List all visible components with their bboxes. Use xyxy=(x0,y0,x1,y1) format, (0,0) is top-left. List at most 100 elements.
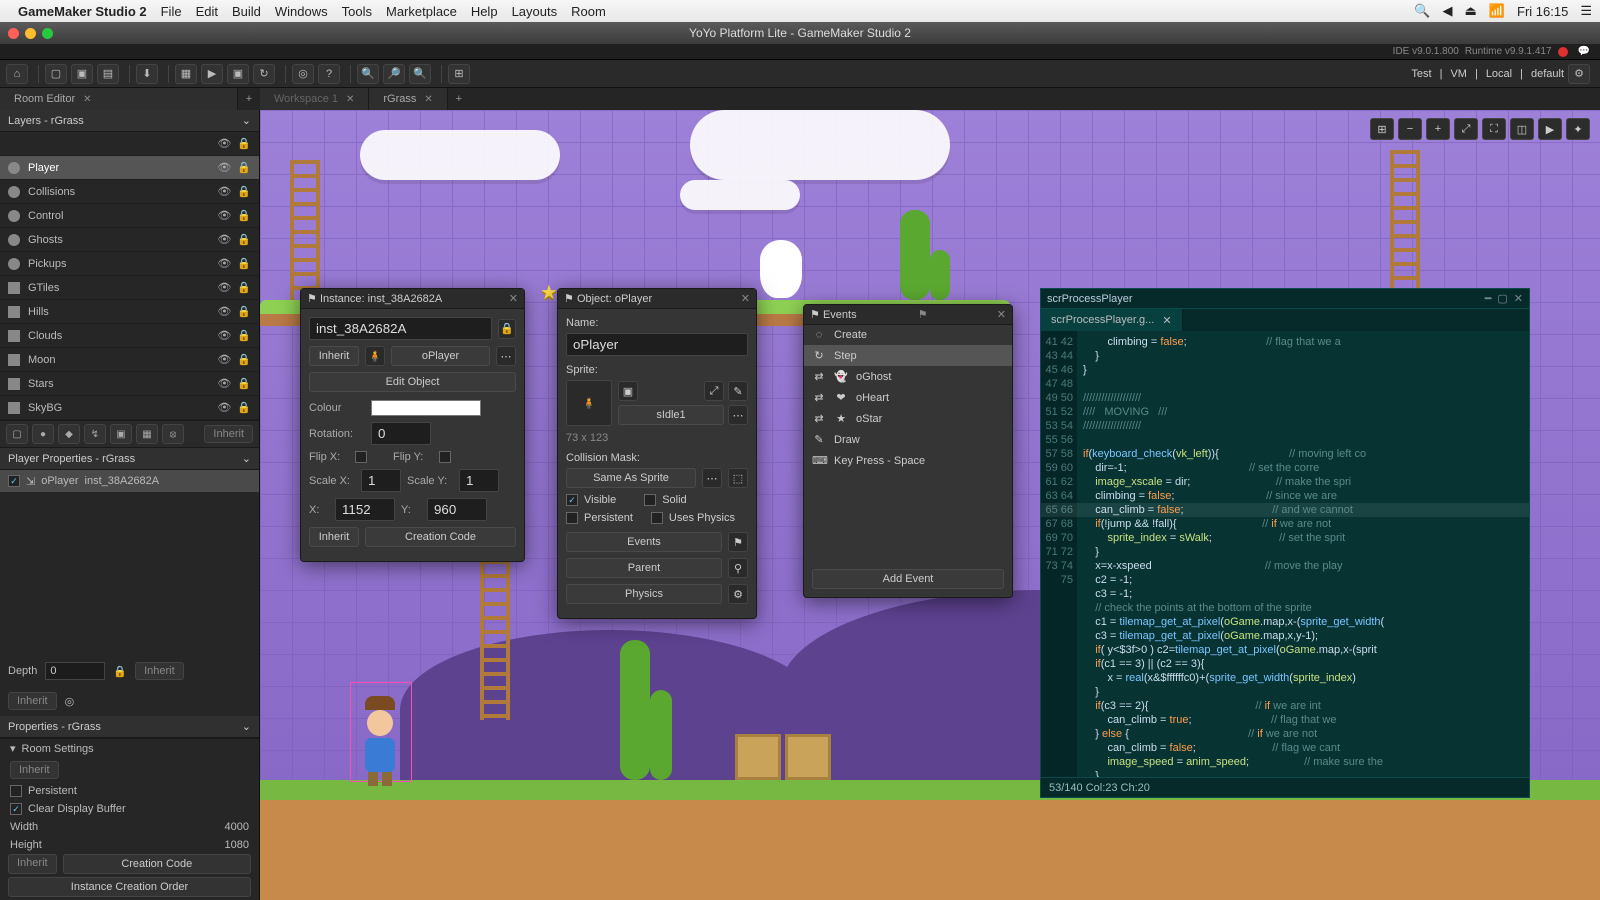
more-icon[interactable]: ⋯ xyxy=(728,405,748,425)
layer-row[interactable]: Clouds👁🔒 xyxy=(0,324,259,348)
inherit-button[interactable]: Inherit xyxy=(204,425,253,443)
layer-row[interactable]: Pickups👁🔒 xyxy=(0,252,259,276)
add-bg-layer-icon[interactable]: ▣ xyxy=(110,424,132,444)
add-tab-icon[interactable]: + xyxy=(448,88,470,110)
event-row[interactable]: ⌨Key Press - Space xyxy=(804,450,1012,471)
object-panel[interactable]: ⚑ Object: oPlayer✕ Name: Sprite: 🧍 ▣⤢✎ s… xyxy=(557,288,757,619)
height-value[interactable]: 1080 xyxy=(225,839,249,851)
layer-row[interactable]: Player👁🔒 xyxy=(0,156,259,180)
expand-sprite-icon[interactable]: ⤢ xyxy=(704,381,724,401)
close-panel-icon[interactable]: ✕ xyxy=(741,292,750,305)
width-value[interactable]: 4000 xyxy=(225,821,249,833)
code-tab[interactable]: scrProcessPlayer.g...✕ xyxy=(1041,309,1183,331)
close-tab-icon[interactable]: ✕ xyxy=(424,94,432,105)
lock-icon[interactable]: 🔒 xyxy=(237,185,251,198)
event-row[interactable]: ⇄❤oHeart xyxy=(804,387,1012,408)
power-icon[interactable]: ⏏ xyxy=(1465,3,1477,19)
instance-row[interactable]: ⇲ oPlayer inst_38A2682A xyxy=(0,470,259,492)
code-area[interactable]: 41 42 43 44 45 46 47 48 49 50 51 52 53 5… xyxy=(1041,331,1529,777)
layer-row[interactable]: Hills👁🔒 xyxy=(0,300,259,324)
layer-row[interactable]: Moon👁🔒 xyxy=(0,348,259,372)
minimize-icon[interactable]: ━ xyxy=(1485,292,1492,305)
zoom-in-icon[interactable]: + xyxy=(1426,118,1450,140)
close-tab-icon[interactable]: ✕ xyxy=(346,94,354,105)
clean-icon[interactable]: ↻ xyxy=(253,64,275,84)
chevron-down-icon[interactable]: ⌄ xyxy=(242,114,251,127)
lock-icon[interactable]: 🔒 xyxy=(237,233,251,246)
edit-mask-icon[interactable]: ⬚ xyxy=(728,468,748,488)
close-icon[interactable]: ✕ xyxy=(1514,292,1523,305)
add-event-button[interactable]: Add Event xyxy=(812,569,1004,589)
sprite-preview[interactable]: 🧍 xyxy=(566,380,612,426)
eye-icon[interactable]: 👁 xyxy=(217,329,231,342)
layer-row[interactable]: Control👁🔒 xyxy=(0,204,259,228)
notification-icon[interactable] xyxy=(1558,47,1568,57)
grid-icon[interactable]: ⊞ xyxy=(1370,118,1394,140)
collision-dropdown[interactable]: Same As Sprite xyxy=(566,468,696,488)
chevron-down-icon[interactable]: ⌄ xyxy=(242,720,251,733)
scaley-input[interactable] xyxy=(459,469,499,492)
player-props-header[interactable]: Player Properties - rGrass ⌄ xyxy=(0,448,259,470)
chevron-down-icon[interactable]: ⌄ xyxy=(242,452,251,465)
menu-build[interactable]: Build xyxy=(232,4,261,19)
add-instance-layer-icon[interactable]: ▢ xyxy=(6,424,28,444)
parent-button[interactable]: Parent xyxy=(566,558,722,578)
colour-swatch[interactable] xyxy=(371,400,481,416)
layers-header[interactable]: Layers - rGrass ⌄ xyxy=(0,110,259,132)
app-name[interactable]: GameMaker Studio 2 xyxy=(18,4,147,19)
select-icon[interactable]: ◫ xyxy=(1510,118,1534,140)
notif-settings-icon[interactable]: 💬 xyxy=(1578,46,1590,57)
new-project-icon[interactable]: ▢ xyxy=(45,64,67,84)
zoom-out-icon[interactable]: − xyxy=(1398,118,1422,140)
menu-layouts[interactable]: Layouts xyxy=(512,4,558,19)
layer-row[interactable]: Stars👁🔒 xyxy=(0,372,259,396)
object-name-input[interactable] xyxy=(566,333,748,356)
menu-help[interactable]: Help xyxy=(471,4,498,19)
menu-file[interactable]: File xyxy=(161,4,182,19)
zoom-out-icon[interactable]: 🔍 xyxy=(357,64,379,84)
clear-buffer-checkbox[interactable] xyxy=(10,803,22,815)
lock-icon[interactable]: 🔒 xyxy=(237,257,251,270)
expand-icon[interactable]: ▾ xyxy=(10,742,16,755)
inherit-button[interactable]: Inherit xyxy=(8,692,57,710)
new-sprite-icon[interactable]: ▣ xyxy=(618,381,638,401)
instance-panel[interactable]: ⚑ Instance: inst_38A2682A✕ 🔒 Inherit 🧍 o… xyxy=(300,288,525,562)
zoom-fit-icon[interactable]: ⤢ xyxy=(1454,118,1478,140)
object-dropdown[interactable]: oPlayer xyxy=(391,346,490,366)
eye-icon[interactable]: 👁 xyxy=(217,401,231,414)
event-row[interactable]: ⇄👻oGhost xyxy=(804,366,1012,387)
lock-icon[interactable]: 🔒 xyxy=(237,401,251,414)
lock-icon[interactable]: 🔒 xyxy=(237,377,251,390)
target-name[interactable]: Test xyxy=(1407,68,1435,80)
spotlight-icon[interactable]: 🔍 xyxy=(1414,3,1430,19)
fullscreen-icon[interactable]: ⛶ xyxy=(1482,118,1506,140)
zoom-reset-icon[interactable]: 🔎 xyxy=(383,64,405,84)
worker-name[interactable]: Local xyxy=(1482,68,1516,80)
inherit-button[interactable]: Inherit xyxy=(8,854,57,874)
instance-checkbox[interactable] xyxy=(8,475,20,487)
target-icon[interactable]: ◎ xyxy=(65,695,75,708)
menu-room[interactable]: Room xyxy=(571,4,606,19)
flipx-checkbox[interactable] xyxy=(355,451,367,463)
lock-icon[interactable]: 🔒 xyxy=(237,161,251,174)
more-icon[interactable]: ⋯ xyxy=(702,468,722,488)
code-window[interactable]: scrProcessPlayer ━▢✕ scrProcessPlayer.g.… xyxy=(1040,288,1530,798)
vm-name[interactable]: VM xyxy=(1446,68,1471,80)
eye-icon[interactable]: 👁 xyxy=(217,305,231,318)
eye-icon[interactable]: 👁 xyxy=(217,185,231,198)
menu-windows[interactable]: Windows xyxy=(275,4,328,19)
edit-sprite-icon[interactable]: ✎ xyxy=(728,381,748,401)
physics-button[interactable]: Physics xyxy=(566,584,722,604)
menu-marketplace[interactable]: Marketplace xyxy=(386,4,457,19)
add-tile-layer-icon[interactable]: ◆ xyxy=(58,424,80,444)
create-exe-icon[interactable]: ▦ xyxy=(175,64,197,84)
visible-checkbox[interactable] xyxy=(566,494,578,506)
physics-checkbox[interactable] xyxy=(651,512,663,524)
anim-icon[interactable]: ✦ xyxy=(1566,118,1590,140)
debug-run-icon[interactable]: ▣ xyxy=(227,64,249,84)
play-icon[interactable]: ▶ xyxy=(1538,118,1562,140)
open-project-icon[interactable]: ▣ xyxy=(71,64,93,84)
menu-edit[interactable]: Edit xyxy=(196,4,218,19)
x-input[interactable] xyxy=(335,498,395,521)
lock-icon[interactable]: 🔒 xyxy=(237,353,251,366)
